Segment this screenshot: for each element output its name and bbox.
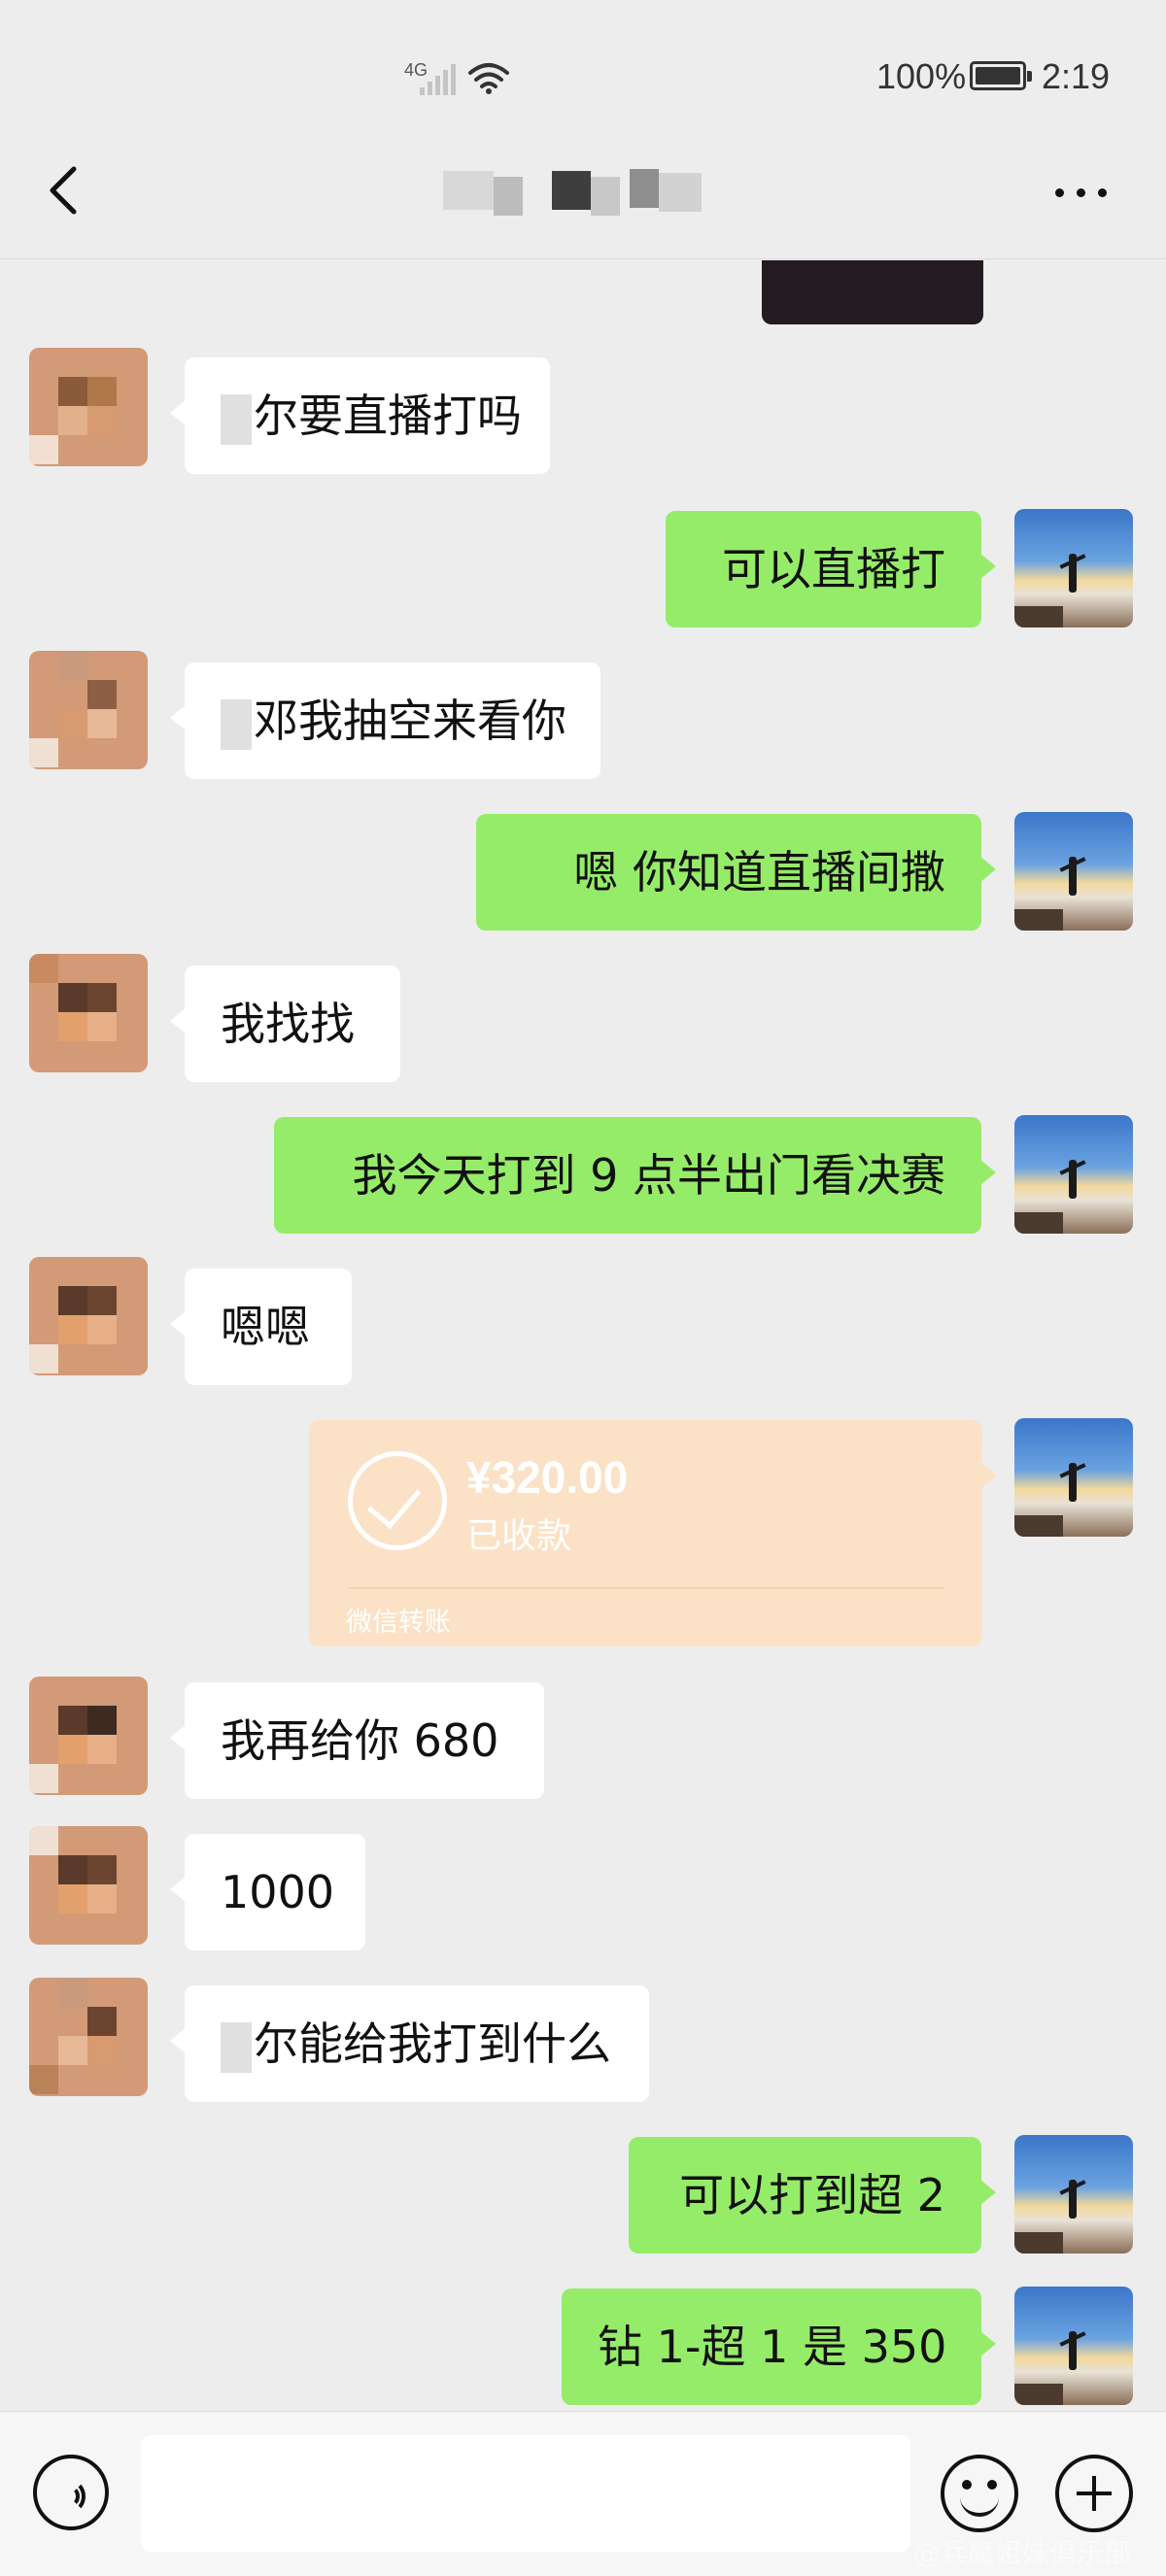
message-input[interactable] xyxy=(141,2435,910,2552)
signal-strength-icon xyxy=(420,64,459,95)
transfer-status: 已收款 xyxy=(466,1516,572,1556)
transfer-divider xyxy=(348,1587,943,1589)
image-message-partial[interactable] xyxy=(762,260,983,324)
contact-avatar[interactable] xyxy=(29,348,148,466)
message-bubble[interactable]: 我找找 xyxy=(170,966,400,1082)
obscured-char xyxy=(221,2021,252,2073)
obscured-char xyxy=(221,393,252,445)
message-bubble[interactable]: 我再给你 680 xyxy=(170,1682,544,1799)
voice-icon[interactable] xyxy=(33,2455,109,2530)
message-text: 嗯 你知道直播间撒 xyxy=(573,846,945,898)
message-bubble[interactable]: 1000 xyxy=(170,1834,365,1950)
message-bubble[interactable]: 嗯嗯 xyxy=(170,1269,352,1385)
battery-icon xyxy=(970,61,1032,90)
my-avatar[interactable] xyxy=(1014,812,1133,931)
message-text: 1000 xyxy=(221,1866,335,1918)
message-bubble[interactable]: 嗯 你知道直播间撒 xyxy=(476,814,996,931)
message-bubble[interactable]: 尔能给我打到什么 xyxy=(170,1985,649,2102)
header-divider xyxy=(0,258,1166,259)
battery-percent: 100% xyxy=(876,56,967,96)
message-bubble[interactable]: 钻 1-超 1 是 350 xyxy=(562,2288,996,2405)
more-dots-icon[interactable] xyxy=(1049,175,1114,208)
transfer-amount: ¥320.00 xyxy=(466,1452,629,1503)
my-avatar[interactable] xyxy=(1014,2287,1133,2405)
plus-icon[interactable] xyxy=(1055,2455,1133,2532)
contact-avatar[interactable] xyxy=(29,1677,148,1795)
my-avatar[interactable] xyxy=(1014,2135,1133,2254)
message-text: 尔要直播打吗 xyxy=(254,390,522,442)
message-bubble[interactable]: 可以打到超 2 xyxy=(629,2137,996,2254)
message-bubble[interactable]: 可以直播打 xyxy=(666,511,996,627)
chevron-left-icon[interactable] xyxy=(39,155,91,225)
message-bubble[interactable]: 尔要直播打吗 xyxy=(170,357,550,474)
message-text: 我再给你 680 xyxy=(221,1714,499,1767)
contact-avatar[interactable] xyxy=(29,1978,148,2096)
message-text: 我今天打到 9 点半出门看决赛 xyxy=(352,1149,945,1202)
obscured-char xyxy=(221,698,252,750)
check-circle-icon xyxy=(348,1451,447,1550)
watermark: @兵魔姐妹俱乐部 xyxy=(913,2537,1132,2569)
message-text: 钻 1-超 1 是 350 xyxy=(598,2321,947,2373)
contact-avatar[interactable] xyxy=(29,651,148,769)
contact-avatar[interactable] xyxy=(29,954,148,1072)
input-bar: @兵魔姐妹俱乐部 xyxy=(0,2411,1166,2576)
contact-avatar[interactable] xyxy=(29,1257,148,1375)
transfer-card[interactable]: ¥320.00 已收款 微信转账 xyxy=(309,1420,997,1646)
message-text: 可以直播打 xyxy=(722,543,945,595)
message-text: 我找找 xyxy=(221,998,355,1050)
message-text: 邓我抽空来看你 xyxy=(254,695,566,747)
emoji-icon[interactable] xyxy=(941,2455,1018,2532)
message-text: 可以打到超 2 xyxy=(679,2169,945,2221)
wifi-icon xyxy=(468,63,509,94)
transfer-source: 微信转账 xyxy=(346,1608,451,1638)
my-avatar[interactable] xyxy=(1014,1115,1133,1234)
status-time: 2:19 xyxy=(1042,56,1111,96)
contact-name-obscured xyxy=(437,163,729,218)
message-bubble[interactable]: 我今天打到 9 点半出门看决赛 xyxy=(274,1117,996,1234)
my-avatar[interactable] xyxy=(1014,509,1133,627)
contact-avatar[interactable] xyxy=(29,1826,148,1945)
message-bubble[interactable]: 邓我抽空来看你 xyxy=(170,662,600,779)
message-text: 嗯嗯 xyxy=(221,1301,310,1353)
message-text: 尔能给我打到什么 xyxy=(254,2017,611,2070)
status-bar: 4G 100% 2:19 xyxy=(0,0,1166,155)
my-avatar[interactable] xyxy=(1014,1418,1133,1537)
